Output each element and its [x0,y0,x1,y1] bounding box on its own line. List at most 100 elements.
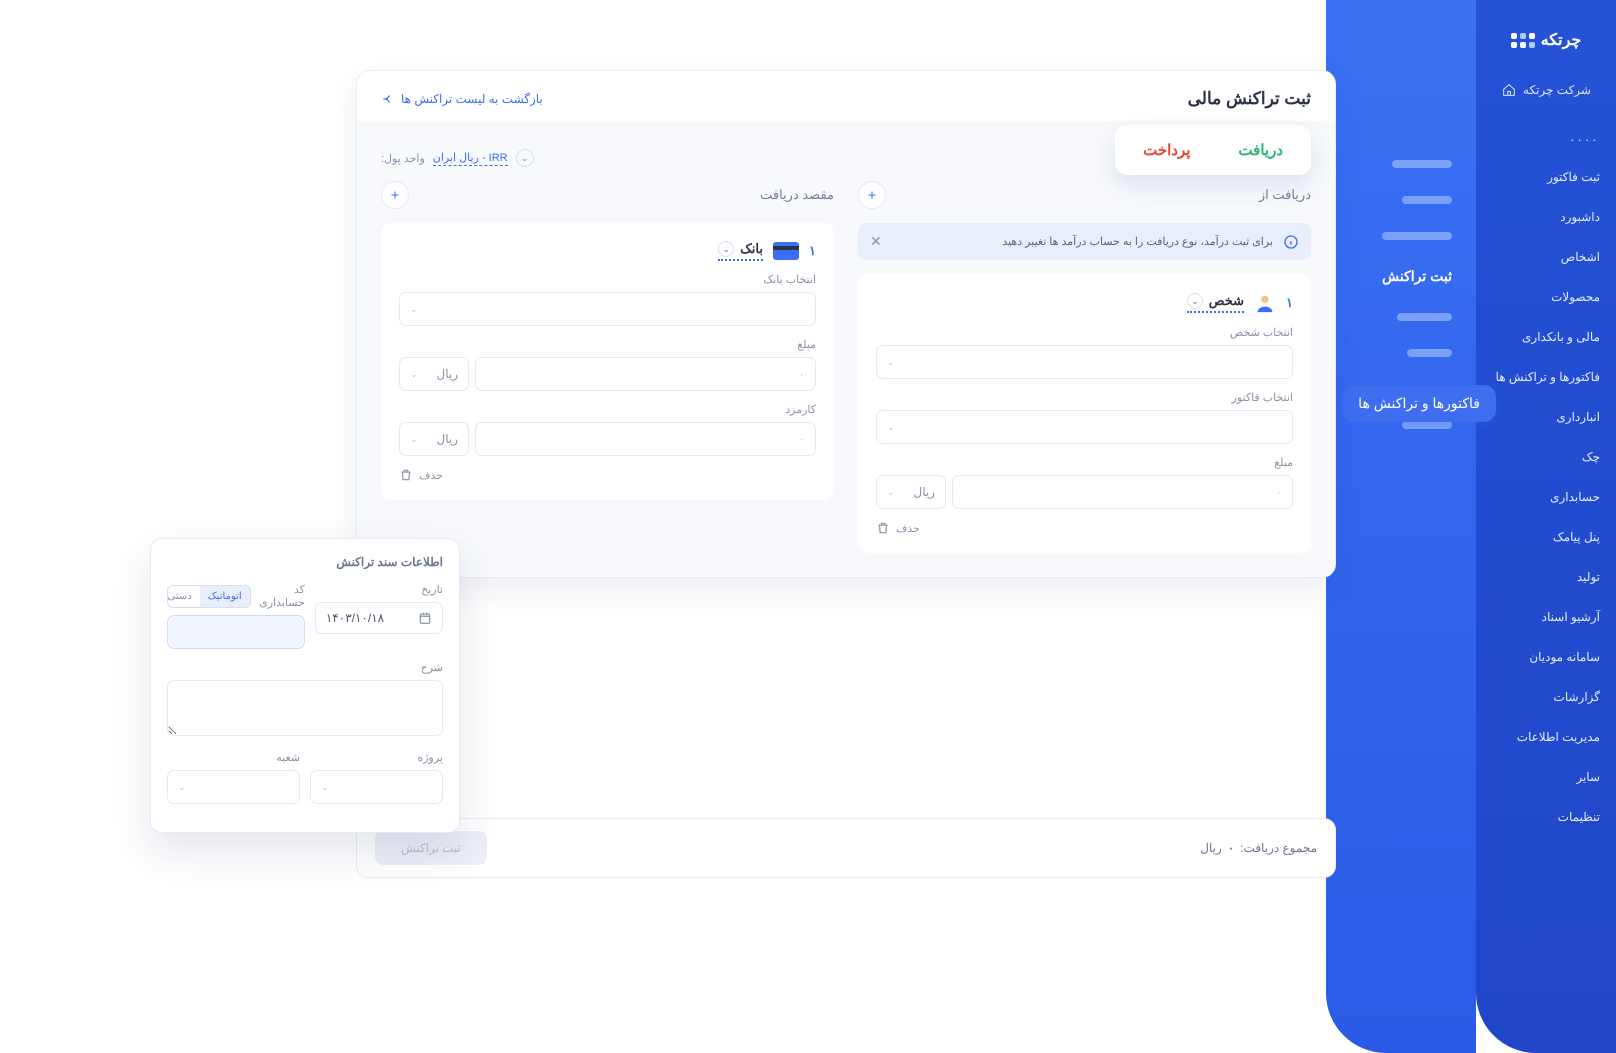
nav-data-management[interactable]: مدیریت اطلاعات [1476,720,1616,754]
chevron-down-icon: ⌄ [321,782,329,793]
brand-text: چرتکه [1541,30,1582,50]
branch-select[interactable]: ⌄ [167,770,300,804]
delete-source-button[interactable]: حذف [876,521,1293,535]
subpanel-skeleton [1392,160,1452,168]
subpanel-active-item[interactable]: ثبت تراکنش [1382,268,1452,285]
transaction-type-tabs: دریافت پرداخت [1115,125,1311,175]
chevron-down-icon: ⌄ [718,241,734,257]
tab-receive[interactable]: دریافت [1216,131,1305,169]
submit-transaction-button[interactable]: ثبت تراکنش [375,831,487,865]
project-select[interactable]: ⌄ [310,770,443,804]
source-index: ۱ [1286,295,1293,311]
toggle-manual[interactable]: دستی [167,586,200,607]
sidebar: چرتکه شرکت چرتکه .... ثبت فاکتور داشبورد… [1476,0,1616,1053]
dest-fee-label: کارمزد [399,403,816,416]
invoice-select[interactable]: ⌄ [876,410,1293,444]
date-input[interactable]: ۱۴۰۳/۱۰/۱۸ [315,602,443,634]
trash-icon [399,468,413,482]
source-panel: ۱ شخص ⌄ انتخاب شخص ⌄ انتخاب [858,274,1311,553]
nav-reports[interactable]: گزارشات [1476,680,1616,714]
brand-logo: چرتکه [1511,30,1582,50]
chevron-down-icon: ⌄ [410,369,418,380]
toggle-auto[interactable]: اتوماتیک [200,586,250,607]
chevron-down-icon: ⌄ [1187,293,1203,309]
company-selector[interactable]: شرکت چرتکه [1489,76,1603,104]
bank-card-icon [773,242,799,260]
tab-pay[interactable]: پرداخت [1121,131,1212,169]
footer-bar: مجموع دریافت: ۰ ریال ثبت تراکنش [356,818,1336,878]
source-type-chip[interactable]: شخص ⌄ [1187,293,1244,313]
back-link[interactable]: بازگشت به لیست تراکنش ها [381,92,543,106]
source-title: دریافت از [1259,187,1311,203]
back-link-text: بازگشت به لیست تراکنش ها [401,92,543,106]
active-section-tag: فاکتورها و تراکنش ها [1342,385,1496,422]
nav-other[interactable]: سایر [1476,760,1616,794]
currency-selector[interactable]: ⌄ IRR - ریال ایران واحد پول: [381,149,534,167]
nav-sms-panel[interactable]: پنل پیامک [1476,520,1616,554]
source-amount-unit[interactable]: ریال⌄ [876,475,946,509]
chevron-down-icon: ⌄ [887,422,895,433]
person-select[interactable]: ⌄ [876,345,1293,379]
nav-contacts[interactable]: اشخاص [1476,240,1616,274]
chevron-down-icon: ⌄ [410,434,418,445]
accounting-code-input[interactable] [167,615,305,649]
plus-icon [389,189,401,201]
nav-taxpayer[interactable]: سامانه مودیان [1476,640,1616,674]
total-label: مجموع دریافت: [1240,841,1317,855]
total-display: مجموع دریافت: ۰ ریال [1200,841,1317,855]
dest-fee-unit[interactable]: ریال⌄ [399,422,469,456]
nav-more[interactable]: .... [1476,120,1616,154]
delete-label: حذف [896,522,920,535]
dest-amount-input[interactable]: ۰ [475,357,816,391]
nav-cheque[interactable]: چک [1476,440,1616,474]
chevron-down-icon: ⌄ [410,304,418,315]
delete-destination-button[interactable]: حذف [399,468,816,482]
source-amount-input[interactable]: ۰ [952,475,1293,509]
chevron-down-icon: ⌄ [887,357,895,368]
nav-finance[interactable]: مالی و بانکداری [1476,320,1616,354]
nav-archive[interactable]: آرشیو اسناد [1476,600,1616,634]
person-icon [1254,292,1276,314]
destination-index: ۱ [809,243,816,259]
date-label: تاریخ [315,583,443,596]
nav-dashboard[interactable]: داشبورد [1476,200,1616,234]
project-label: پروژه [310,751,443,764]
destination-type-chip[interactable]: بانک ⌄ [718,241,763,261]
subpanel-skeleton [1402,196,1452,204]
bank-select[interactable]: ⌄ [399,292,816,326]
chevron-down-icon: ⌄ [516,149,534,167]
delete-label: حذف [419,469,443,482]
subpanel-skeleton [1407,349,1452,357]
person-select-label: انتخاب شخص [876,326,1293,339]
nav-products[interactable]: محصولات [1476,280,1616,314]
info-icon [1283,234,1299,250]
dest-fee-input[interactable]: ۰ [475,422,816,456]
card-body: دریافت از برای ثبت درآمد، نوع دریافت را … [357,121,1335,577]
dest-amount-label: مبلغ [399,338,816,351]
nav-invoices-transactions[interactable]: فاکتورها و تراکنش ها [1476,360,1616,394]
bank-select-label: انتخاب بانک [399,273,816,286]
add-destination-button[interactable] [381,181,409,209]
nav-register-invoice[interactable]: ثبت فاکتور [1476,160,1616,194]
nav-production[interactable]: تولید [1476,560,1616,594]
destination-type-label: بانک [740,241,763,257]
subpanel-skeleton [1402,421,1452,429]
dest-amount-unit[interactable]: ریال⌄ [399,357,469,391]
company-name: شرکت چرتکه [1523,83,1591,97]
description-textarea[interactable] [167,680,443,736]
chevron-down-icon: ⌄ [178,782,186,793]
nav-settings[interactable]: تنظیمات [1476,800,1616,834]
close-banner-button[interactable]: ✕ [870,233,882,250]
nav-inventory[interactable]: انبارداری [1476,400,1616,434]
nav-accounting[interactable]: حسابداری [1476,480,1616,514]
info-banner: برای ثبت درآمد، نوع دریافت را به حساب در… [858,223,1311,260]
document-info-panel: اطلاعات سند تراکنش تاریخ ۱۴۰۳/۱۰/۱۸ کد ح… [150,538,460,833]
branch-label: شعبه [167,751,300,764]
card-header: ثبت تراکنش مالی بازگشت به لیست تراکنش ها [357,71,1335,121]
transaction-card: ثبت تراکنش مالی بازگشت به لیست تراکنش ها… [356,70,1336,578]
brand-dots-icon [1511,33,1535,48]
destination-title: مقصد دریافت [760,187,834,203]
code-label: کد حسابداری [251,583,305,609]
destination-column: مقصد دریافت ۱ بانک ⌄ [381,181,834,553]
add-source-button[interactable] [858,181,886,209]
